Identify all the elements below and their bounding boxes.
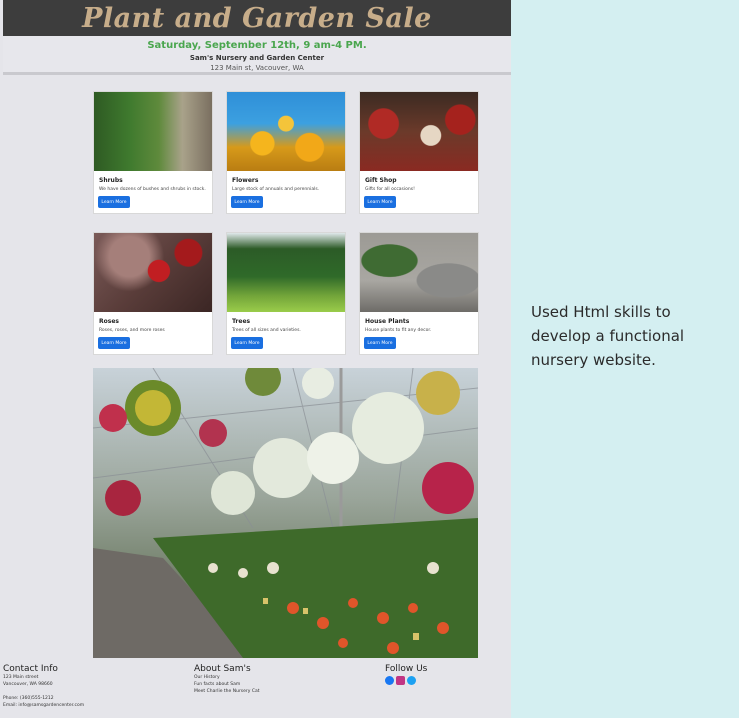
card-house-plants: House Plants House plants to fit any dec… [359, 232, 479, 355]
card-description: Roses, roses, and more roses [99, 328, 165, 333]
card-description: Trees of all sizes and varieties. [232, 328, 301, 333]
business-name: Sam's Nursery and Garden Center [189, 54, 325, 62]
social-icons [385, 676, 427, 685]
contact-street: 123 Main street [3, 675, 39, 680]
contact-email: Email: info@samsgardencenter.com [3, 703, 85, 708]
event-date: Saturday, September 12th, 9 am-4 PM. [147, 40, 367, 51]
greenhouse-photo [93, 368, 478, 658]
footer-contact: Contact Info 123 Main street Vancouver, … [3, 664, 84, 709]
learn-more-button[interactable]: Learn More [231, 337, 263, 349]
card-flowers: Flowers Large stock of annuals and peren… [226, 91, 346, 214]
gift-shop-image [360, 92, 478, 171]
learn-more-button[interactable]: Learn More [231, 196, 263, 208]
card-shrubs: Shrubs We have dozens of bushes and shru… [93, 91, 213, 214]
house-plants-image [360, 233, 478, 312]
page-title: Plant and Garden Sale [82, 2, 432, 34]
footer-follow: Follow Us [385, 664, 427, 685]
page-title-banner: Plant and Garden Sale [3, 0, 511, 36]
portfolio-caption: Used Html skills to develop a functional… [531, 303, 685, 369]
card-description: Gifts for all occasions! [365, 187, 415, 192]
learn-more-button[interactable]: Learn More [98, 196, 130, 208]
footer-about: About Sam's Our History Fun facts about … [194, 664, 260, 695]
learn-more-button[interactable]: Learn More [98, 337, 130, 349]
shrubs-image [94, 92, 212, 171]
card-roses: Roses Roses, roses, and more roses Learn… [93, 232, 213, 355]
contact-city: Vancouver, WA 98660 [3, 682, 53, 687]
card-title: Flowers [232, 177, 259, 184]
card-title: Roses [99, 318, 119, 325]
instagram-icon[interactable] [396, 676, 405, 685]
card-title: Trees [232, 318, 251, 325]
roses-image [94, 233, 212, 312]
footer-heading: Contact Info [3, 664, 58, 674]
event-info: Saturday, September 12th, 9 am-4 PM. Sam… [3, 36, 511, 72]
flowers-image [227, 92, 345, 171]
card-description: We have dozens of bushes and shrubs in s… [99, 187, 206, 192]
learn-more-button[interactable]: Learn More [364, 337, 396, 349]
divider [3, 72, 511, 75]
card-gift-shop: Gift Shop Gifts for all occasions! Learn… [359, 91, 479, 214]
learn-more-button[interactable]: Learn More [364, 196, 396, 208]
footer-heading: Follow Us [385, 664, 428, 674]
card-trees: Trees Trees of all sizes and varieties. … [226, 232, 346, 355]
card-title: House Plants [365, 318, 410, 325]
footer-link[interactable]: Fun facts about Sam [194, 681, 260, 688]
website-preview: Plant and Garden Sale Saturday, Septembe… [0, 0, 511, 718]
contact-phone: Phone: (360)555-1212 [3, 696, 54, 701]
twitter-icon[interactable] [407, 676, 416, 685]
facebook-icon[interactable] [385, 676, 394, 685]
footer-heading: About Sam's [194, 664, 251, 674]
card-description: Large stock of annuals and perennials. [232, 187, 320, 192]
greenhouse-illustration [93, 368, 478, 658]
card-title: Shrubs [99, 177, 123, 184]
footer-link[interactable]: Our History [194, 674, 260, 681]
footer-link[interactable]: Meet Charlie the Nursery Cat [194, 688, 260, 695]
business-address: 123 Main st, Vacouver, WA [210, 64, 304, 72]
card-title: Gift Shop [365, 177, 397, 184]
card-description: House plants to fit any decor. [365, 328, 432, 333]
trees-image [227, 233, 345, 312]
